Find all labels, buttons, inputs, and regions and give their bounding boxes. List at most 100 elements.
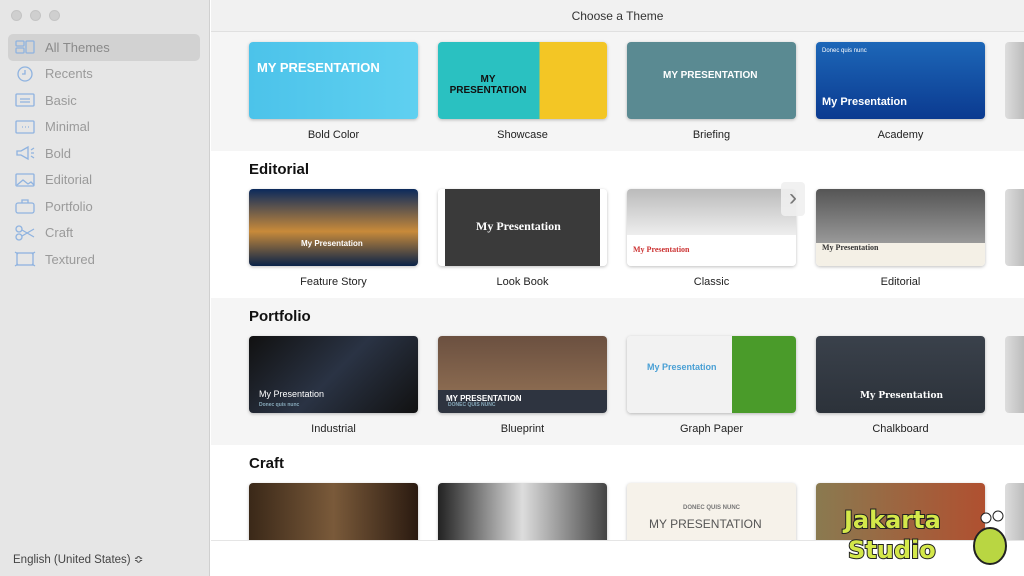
sidebar-item-label: Textured [45,251,95,267]
theme-section: Editorial My Presentation Feature Story My … [211,151,1024,298]
thumbnail-title: My Presentation [647,362,717,372]
thumbnail-title: My Presentation [822,96,907,108]
theme-tile[interactable]: MY PRESENTATION Bold Color [249,42,418,151]
theme-tile[interactable]: MY PRESENTATION DONEC QUIS NUNC [627,483,796,540]
thumbnail-subtitle: Donec quis nunc [822,48,867,54]
theme-name: Showcase [497,129,548,141]
textured-frame-icon [14,251,36,267]
section-heading: Editorial [249,161,310,178]
grid-icon [15,40,35,54]
theme-thumbnail[interactable]: My Presentation Donec quis nunc [816,42,985,119]
theme-name: Look Book [496,276,549,288]
theme-thumbnail[interactable]: My Presentation [249,189,418,266]
scissors-icon [15,225,35,241]
thumbnail-subtitle: DONEC QUIS NUNC [448,402,496,408]
thumbnail-title: MY PRESENTATION [257,60,380,75]
minimal-slide-icon [15,120,35,134]
sidebar-item-craft[interactable]: Craft [8,220,200,247]
theme-tile[interactable]: MY PRESENTATION Briefing [627,42,796,151]
minimize-button[interactable] [30,10,41,21]
watermark-logo: Jakarta Studio [841,505,1007,565]
briefcase-icon [15,199,35,214]
next-theme-partial[interactable] [1005,42,1024,119]
sidebar-item-minimal[interactable]: Minimal [8,114,200,141]
theme-name: Graph Paper [680,423,743,435]
window-title: Choose a Theme [211,0,1024,32]
sidebar: All Themes Recents Basic Minimal Bold Editori… [0,0,210,576]
theme-tile[interactable]: MY PRESENTATION DONEC QUIS NUNC Blueprint [438,336,607,445]
sidebar-item-editorial[interactable]: Editorial [8,167,200,194]
next-theme-partial[interactable] [1005,336,1024,413]
section-heading: Craft [249,455,285,472]
sidebar-item-basic[interactable]: Basic [8,87,200,114]
theme-thumbnail[interactable] [438,483,607,540]
thumbnail-subtitle: DONEC QUIS NUNC [683,505,741,511]
theme-tile[interactable]: My Presentation Chalkboard [816,336,985,445]
theme-thumbnail[interactable]: My Presentation [816,336,985,413]
theme-thumbnail[interactable]: MY PRESENTATION [438,42,607,119]
theme-thumbnail[interactable]: My Presentation Donec quis nunc [249,336,418,413]
theme-thumbnail[interactable]: MY PRESENTATION DONEC QUIS NUNC [627,483,796,540]
sidebar-item-all-themes[interactable]: All Themes [8,34,200,61]
theme-thumbnail[interactable]: My Presentation [627,189,796,266]
theme-tile[interactable] [249,483,418,540]
theme-tile[interactable]: My Presentation Look Book [438,189,607,298]
thumbnail-title: My Presentation [860,391,944,401]
image-icon [15,173,35,187]
svg-text:Jakarta: Jakarta [842,506,941,534]
sidebar-item-label: Editorial [45,172,92,188]
theme-name: Briefing [692,129,731,141]
thumbnail-title: My Presentation [301,239,363,248]
window-controls [11,10,60,21]
chevron-right-icon[interactable]: › [781,182,805,216]
thumbnail-title: MY PRESENTATION [649,517,762,531]
close-button[interactable] [11,10,22,21]
theme-section: MY PRESENTATION Bold Color MY PRESENTATION… [211,32,1024,151]
theme-thumbnail[interactable]: My Presentation [627,336,796,413]
theme-section: Portfolio My Presentation Donec quis nunc I… [211,298,1024,445]
sidebar-item-label: Recents [45,66,93,82]
sidebar-item-label: Bold [45,145,72,161]
theme-name: Blueprint [500,423,545,435]
theme-name: Editorial [880,276,921,288]
theme-name: Industrial [311,423,356,435]
section-heading: Portfolio [249,308,311,325]
thumbnail-subtitle: Donec quis nunc [259,402,300,408]
theme-thumbnail[interactable]: MY PRESENTATION [627,42,796,119]
sidebar-item-label: Minimal [45,119,90,135]
theme-tile[interactable]: My Presentation Donec quis nunc Academy [816,42,985,151]
theme-tile[interactable]: My Presentation Graph Paper [627,336,796,445]
theme-thumbnail[interactable]: MY PRESENTATION DONEC QUIS NUNC [438,336,607,413]
sidebar-item-recents[interactable]: Recents [8,61,200,88]
thumbnail-title: My Presentation [476,219,561,233]
thumbnail-title: MY PRESENTATION [449,74,527,96]
theme-thumbnail[interactable] [249,483,418,540]
language-selector[interactable]: English (United States) ≎ [13,552,143,566]
theme-tile[interactable]: My Presentation Feature Story [249,189,418,298]
megaphone-icon [16,146,35,161]
theme-gallery: MY PRESENTATION Bold Color MY PRESENTATION… [211,32,1024,540]
svg-text:Studio: Studio [848,536,936,564]
next-theme-partial[interactable] [1005,189,1024,266]
sidebar-item-label: All Themes [45,39,110,55]
theme-tile[interactable]: My Presentation Classic [627,189,796,298]
theme-name: Bold Color [307,129,360,141]
theme-thumbnail[interactable]: My Presentation [816,189,985,266]
sidebar-item-portfolio[interactable]: Portfolio [8,193,200,220]
theme-tile[interactable]: My Presentation Donec quis nunc Industrial [249,336,418,445]
sidebar-item-textured[interactable]: Textured [8,246,200,273]
theme-thumbnail[interactable]: My Presentation [438,189,607,266]
theme-tile[interactable] [438,483,607,540]
theme-name: Academy [877,129,924,141]
sidebar-item-bold[interactable]: Bold [8,140,200,167]
thumbnail-title: My Presentation [259,389,325,399]
theme-tile[interactable]: MY PRESENTATION Showcase [438,42,607,151]
thumbnail-title: My Presentation [633,245,690,254]
theme-tile[interactable]: My Presentation Editorial [816,189,985,298]
theme-name: Classic [693,276,730,288]
thumbnail-title: MY PRESENTATION [663,70,758,81]
thumbnail-title: My Presentation [822,243,879,252]
zoom-button[interactable] [49,10,60,21]
theme-category-list: All Themes Recents Basic Minimal Bold Editori… [8,34,200,273]
theme-thumbnail[interactable]: MY PRESENTATION [249,42,418,119]
